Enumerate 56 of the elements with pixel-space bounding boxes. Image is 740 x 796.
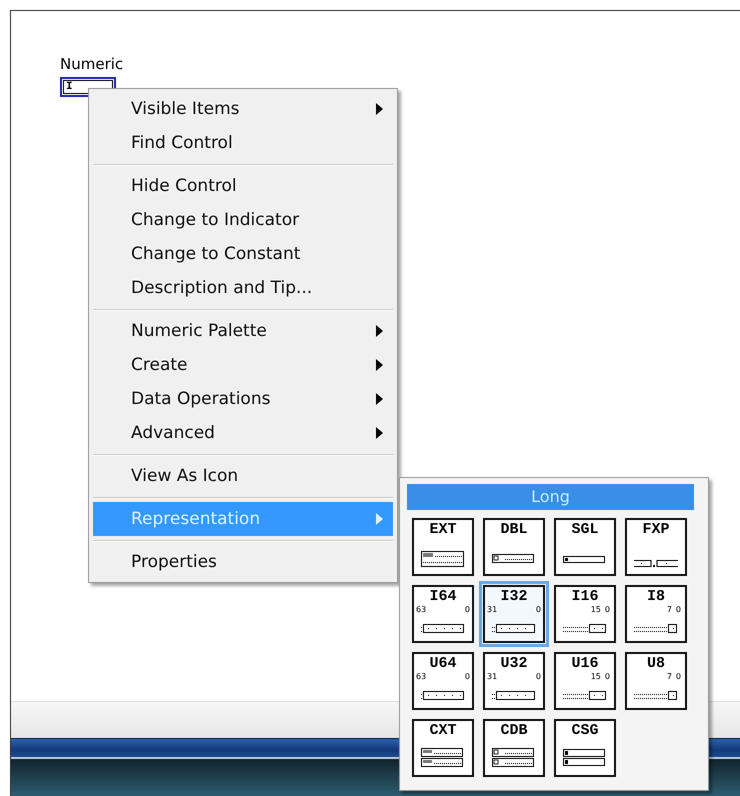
representation-tile[interactable]: CDB	[483, 719, 545, 777]
representation-tile[interactable]: U8 7 0	[625, 652, 687, 710]
bit-index: 7	[666, 605, 672, 614]
representation-tile[interactable]: DBL	[483, 518, 545, 576]
complex-double-icon	[491, 747, 537, 769]
representation-tile[interactable]: U64 63 0	[412, 652, 474, 710]
representation-tile[interactable]: CXT	[412, 719, 474, 777]
bit-index: 0	[604, 672, 610, 681]
menu-item[interactable]: Change to Indicator	[93, 203, 393, 237]
integer-bits-icon	[420, 689, 466, 702]
representation-tile[interactable]: EXT	[412, 518, 474, 576]
submenu-arrow-icon	[376, 427, 383, 439]
palette-title: Long	[407, 484, 694, 510]
menu-item[interactable]: Change to Constant	[93, 237, 393, 271]
representation-tile[interactable]: SGL	[554, 518, 616, 576]
representation-tile[interactable]: I16 15 0	[554, 585, 616, 643]
submenu-arrow-icon	[376, 393, 383, 405]
bit-index: 0	[604, 605, 610, 614]
extended-float-icon	[420, 550, 466, 568]
representation-tile[interactable]: I64 63 0	[412, 585, 474, 643]
bit-index: 31	[487, 605, 498, 614]
representation-tile[interactable]: I8 7 0	[625, 585, 687, 643]
complex-single-icon	[562, 747, 608, 769]
complex-extended-icon	[420, 747, 466, 769]
bit-index: 63	[416, 672, 426, 681]
bit-index: 31	[487, 672, 498, 681]
representation-tile[interactable]: CSG	[554, 719, 616, 777]
bit-index: 15	[590, 672, 601, 681]
bit-index: 7	[666, 672, 672, 681]
menu-item[interactable]: Advanced	[93, 416, 393, 450]
bit-index: 0	[464, 605, 470, 614]
bit-index: 63	[416, 605, 426, 614]
fixed-point-icon	[633, 560, 679, 568]
menu-item[interactable]: Numeric Palette	[93, 314, 393, 348]
submenu-arrow-icon	[376, 325, 383, 337]
bit-index: 0	[536, 605, 541, 614]
bit-index: 0	[676, 672, 681, 681]
bit-index: 0	[536, 672, 541, 681]
bit-index: 0	[464, 672, 470, 681]
menu-item[interactable]: Data Operations	[93, 382, 393, 416]
representation-tile[interactable]: U16 15 0	[554, 652, 616, 710]
integer-bits-icon	[420, 622, 466, 635]
bit-index: 15	[590, 605, 601, 614]
menu-item[interactable]: Create	[93, 348, 393, 382]
menu-item[interactable]: View As Icon	[93, 459, 393, 493]
submenu-arrow-icon	[376, 513, 383, 525]
representation-tile[interactable]: FXP	[625, 518, 687, 576]
submenu-arrow-icon	[376, 359, 383, 371]
menu-item[interactable]: Find Control	[93, 126, 393, 160]
bit-index: 0	[676, 605, 681, 614]
control-label: Numeric	[60, 55, 124, 73]
menu-item[interactable]: Properties	[93, 545, 393, 579]
representation-tile[interactable]: U32 31 0	[483, 652, 545, 710]
submenu-arrow-icon	[376, 103, 383, 115]
menu-item[interactable]: Description and Tip...	[93, 271, 393, 305]
menu-item[interactable]: Hide Control	[93, 169, 393, 203]
